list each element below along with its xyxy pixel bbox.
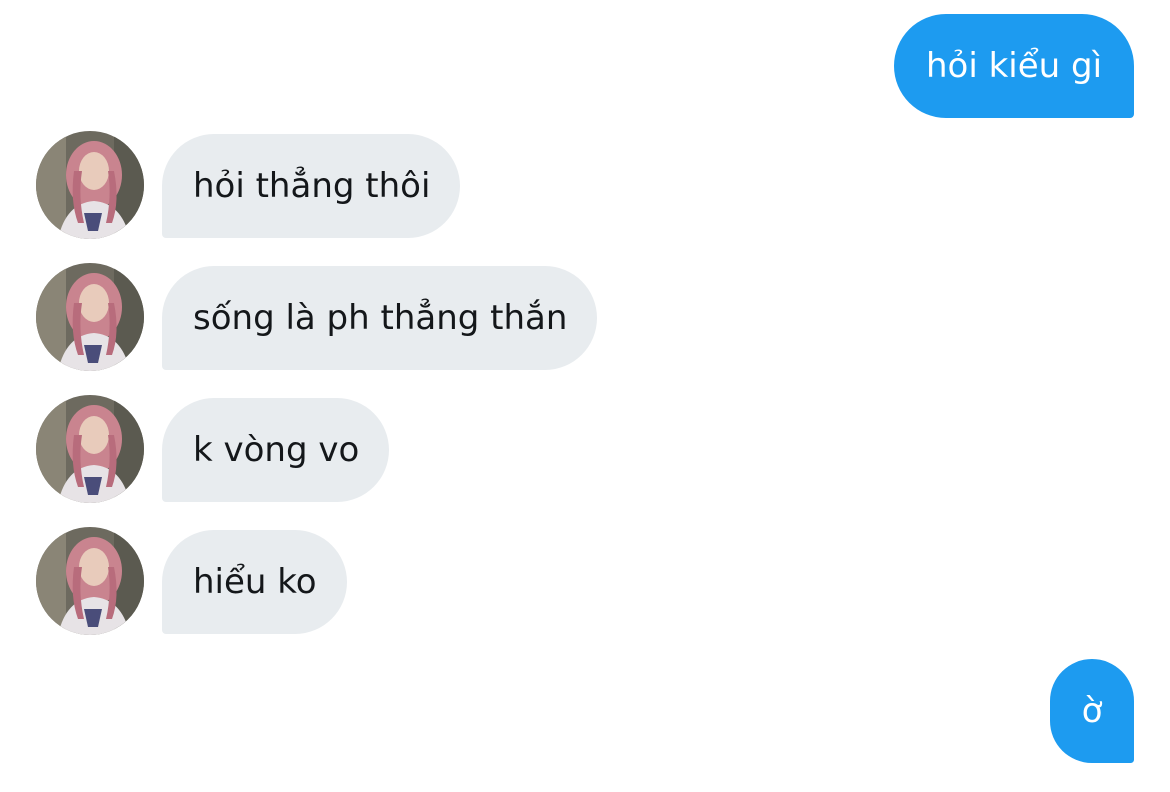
message-text: sống là ph thẳng thắn — [193, 298, 568, 338]
received-message-bubble[interactable]: k vòng vo — [162, 398, 390, 502]
received-message-bubble[interactable]: hiểu ko — [162, 530, 347, 634]
received-message-bubble[interactable]: sống là ph thẳng thắn — [162, 266, 598, 370]
avatar[interactable] — [36, 131, 144, 239]
sent-message-bubble[interactable]: hỏi kiểu gì — [894, 14, 1134, 118]
avatar[interactable] — [36, 527, 144, 635]
message-text: hỏi kiểu gì — [925, 46, 1103, 86]
avatar[interactable] — [36, 395, 144, 503]
avatar-photo-icon — [36, 527, 144, 635]
avatar-photo-icon — [36, 395, 144, 503]
avatar-photo-icon — [36, 131, 144, 239]
sent-message-bubble[interactable]: ờ — [1050, 659, 1134, 763]
message-text: hiểu ko — [193, 562, 317, 602]
avatar-photo-icon — [36, 263, 144, 371]
message-text: ờ — [1081, 691, 1103, 731]
message-text: hỏi thẳng thôi — [193, 166, 431, 206]
avatar[interactable] — [36, 263, 144, 371]
message-text: k vòng vo — [193, 430, 360, 470]
received-message-bubble[interactable]: hỏi thẳng thôi — [162, 134, 461, 238]
